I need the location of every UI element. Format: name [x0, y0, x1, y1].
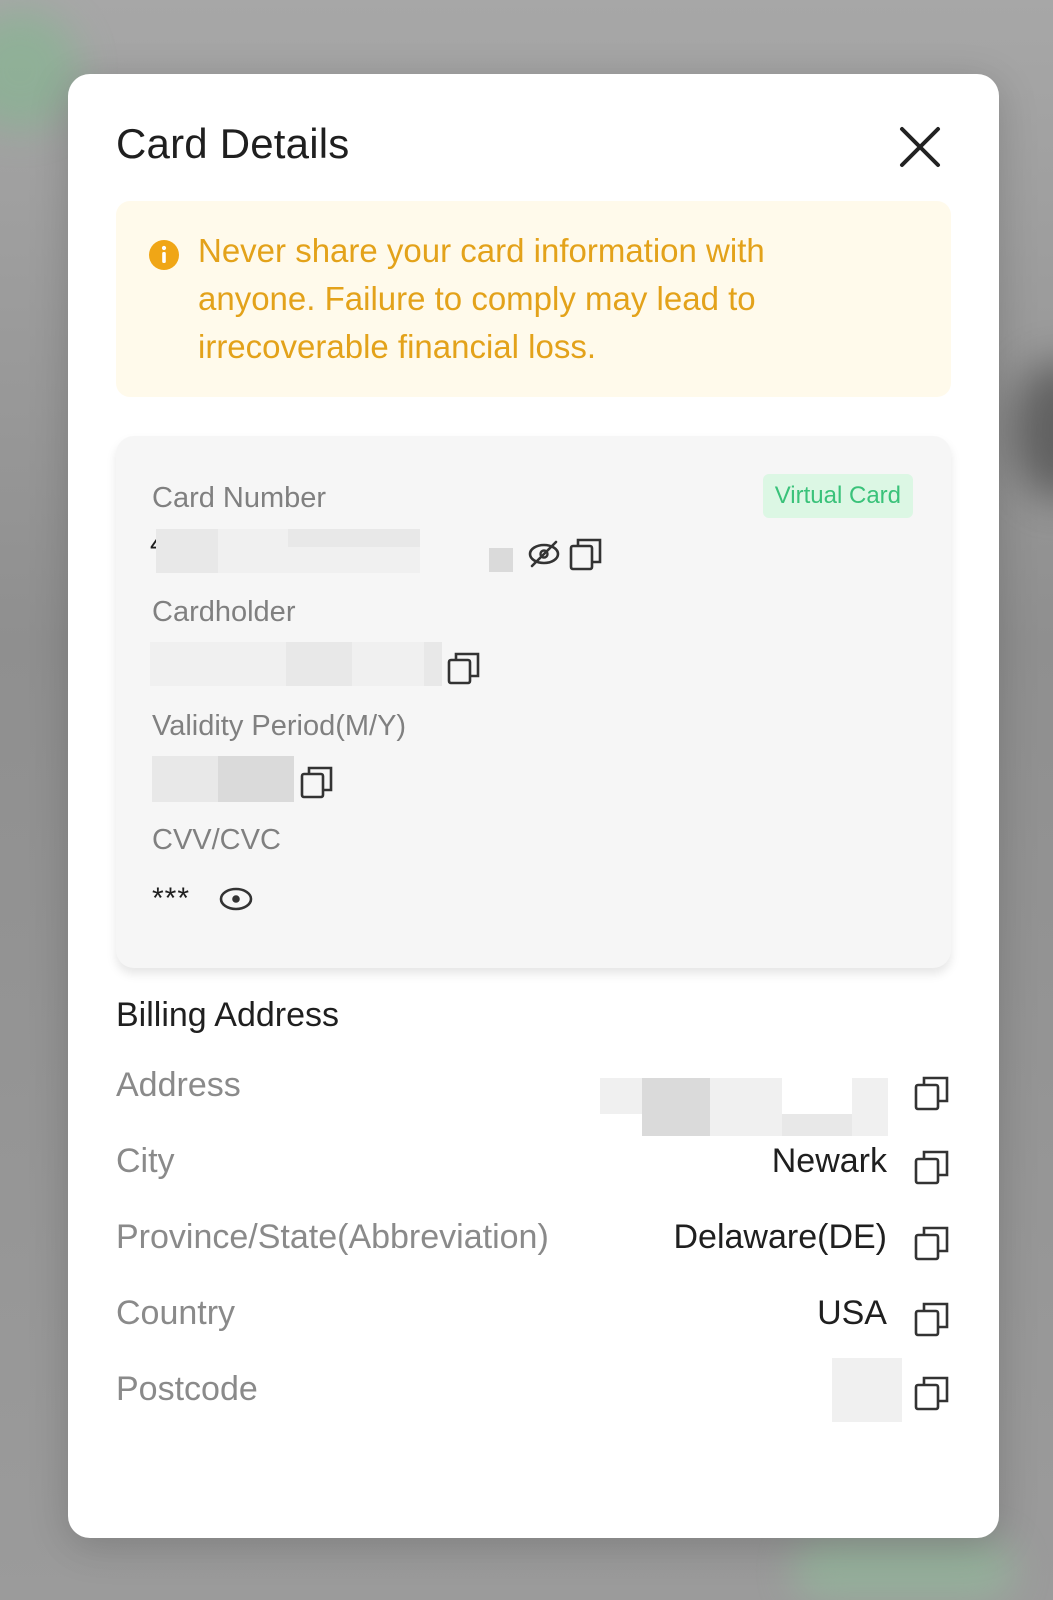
cardholder-redacted [150, 642, 286, 686]
card-number-redacted [288, 547, 420, 573]
copy-icon [914, 1150, 949, 1185]
copy-icon [914, 1302, 949, 1337]
backdrop-decoration [793, 1540, 1013, 1600]
address-redacted [852, 1078, 888, 1136]
eye-icon [219, 887, 253, 911]
card-number-redacted [288, 529, 420, 547]
copy-icon [447, 652, 480, 685]
close-icon [900, 127, 940, 167]
address-redacted [600, 1078, 642, 1114]
card-info-panel: Virtual Card Card Number 4 Cardholder [116, 436, 951, 968]
warning-text: Never share your card information with a… [198, 232, 765, 365]
cvv-label: CVV/CVC [152, 824, 281, 856]
copy-province-button[interactable] [913, 1224, 951, 1262]
validity-period-label: Validity Period(M/Y) [152, 710, 407, 742]
copy-postcode-button[interactable] [913, 1374, 951, 1412]
billing-address-title: Billing Address [116, 996, 340, 1034]
copy-city-button[interactable] [913, 1148, 951, 1186]
billing-row-label: Province/State(Abbreviation) [116, 1218, 549, 1256]
billing-row-label: City [116, 1142, 175, 1180]
cardholder-redacted [286, 642, 352, 686]
eye-off-icon [528, 540, 560, 568]
cardholder-redacted [352, 642, 424, 686]
copy-icon [300, 766, 333, 799]
billing-row-label: Address [116, 1066, 241, 1104]
close-button[interactable] [897, 124, 943, 170]
validity-redacted [152, 756, 218, 802]
card-number-redacted [218, 529, 288, 573]
billing-row-label: Postcode [116, 1370, 258, 1408]
card-details-modal: Card Details Never share your card infor… [68, 74, 999, 1538]
copy-country-button[interactable] [913, 1300, 951, 1338]
copy-icon [914, 1076, 949, 1111]
toggle-cvv-visibility-button[interactable] [218, 881, 254, 917]
cardholder-redacted [424, 642, 442, 686]
address-redacted [710, 1078, 782, 1136]
modal-title: Card Details [116, 120, 350, 167]
copy-address-button[interactable] [913, 1074, 951, 1112]
card-number-redacted [156, 529, 218, 573]
address-redacted [642, 1078, 710, 1136]
virtual-card-badge: Virtual Card [762, 474, 913, 518]
copy-cardholder-button[interactable] [446, 650, 482, 686]
postcode-redacted [832, 1358, 902, 1422]
billing-row-value: Newark [771, 1142, 887, 1180]
copy-card-number-button[interactable] [568, 536, 604, 572]
cvv-value: *** [152, 882, 191, 915]
billing-row-value: USA [817, 1294, 887, 1332]
validity-redacted [218, 756, 294, 802]
info-circle-icon [148, 239, 180, 271]
security-warning: Never share your card information with a… [116, 201, 951, 397]
copy-icon [569, 538, 602, 571]
address-redacted [782, 1114, 852, 1136]
copy-icon [914, 1226, 949, 1261]
billing-row-label: Country [116, 1294, 236, 1332]
card-number-label: Card Number [152, 482, 327, 514]
copy-icon [914, 1376, 949, 1411]
copy-validity-button[interactable] [299, 764, 335, 800]
toggle-card-number-visibility-button[interactable] [526, 536, 562, 572]
cardholder-label: Cardholder [152, 596, 296, 628]
card-number-redacted [489, 548, 513, 572]
billing-row-value: Delaware(DE) [673, 1218, 888, 1256]
